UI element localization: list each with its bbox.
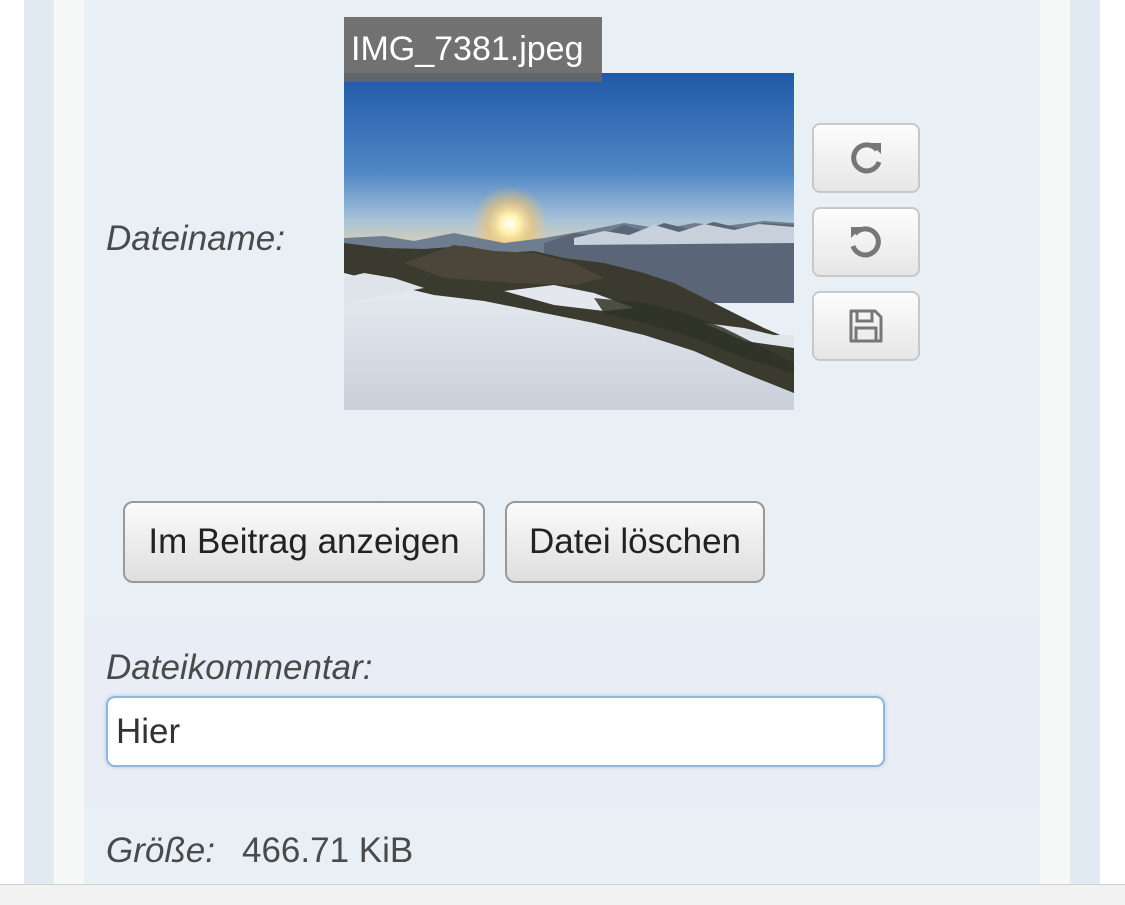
comment-label: Dateikommentar: [106,648,373,687]
rotate-clockwise-button[interactable] [812,123,920,193]
show-in-post-button[interactable]: Im Beitrag anzeigen [123,501,485,583]
bottom-toolbar [0,884,1125,905]
floppy-disk-save-icon [849,309,883,343]
delete-file-button[interactable]: Datei löschen [505,501,765,583]
save-image-button[interactable] [812,291,920,361]
filename-badge: IMG_7381.jpeg [344,17,602,82]
mountain-photo [344,73,794,410]
comment-input[interactable] [106,696,885,767]
image-preview[interactable] [344,73,794,410]
rotate-counterclockwise-button[interactable] [812,207,920,277]
size-label: Größe: [106,831,215,870]
rotate-counterclockwise-icon [850,226,881,258]
rotate-clockwise-icon [851,142,882,174]
filename-label: Dateiname: [106,219,285,258]
size-value: 466.71 KiB [242,831,414,870]
